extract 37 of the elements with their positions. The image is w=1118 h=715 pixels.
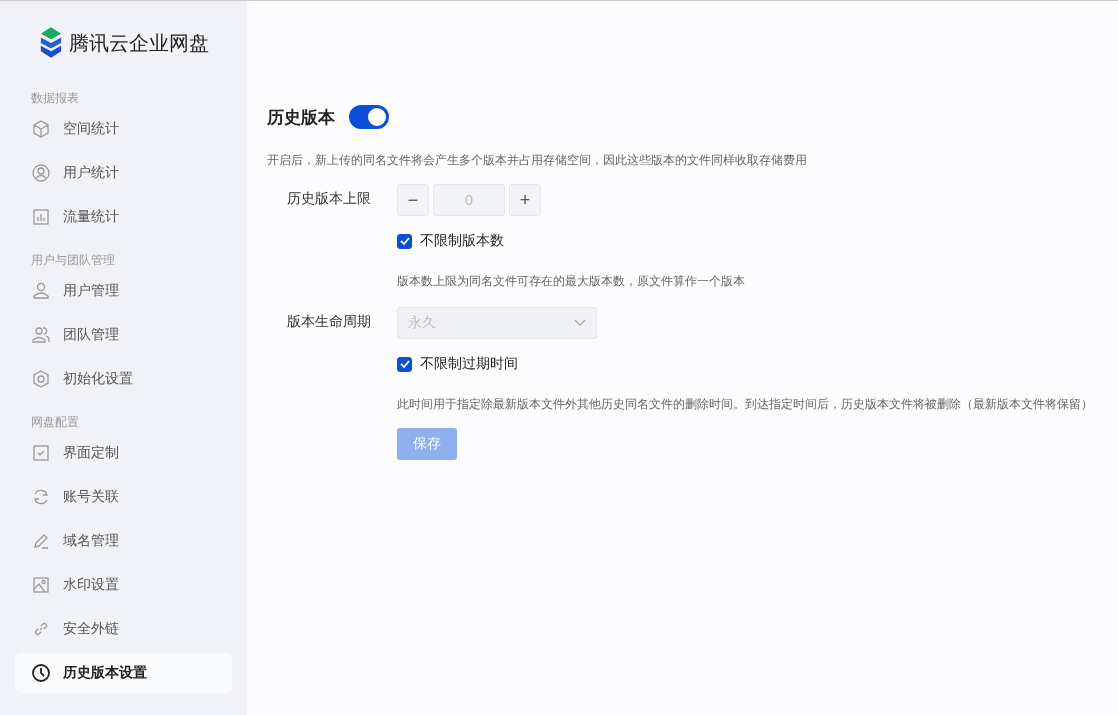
sidebar-item[interactable]: 初始化设置	[15, 359, 232, 399]
section-title: 历史版本	[267, 105, 335, 129]
sidebar-item[interactable]: 用户管理	[15, 271, 232, 311]
sidebar-item[interactable]: 水印设置	[15, 565, 232, 605]
user-icon	[31, 281, 51, 301]
field-label: 版本生命周期	[286, 312, 372, 331]
sync-icon	[31, 487, 51, 507]
sidebar-item[interactable]: 界面定制	[15, 433, 232, 473]
description-text: 开启后，新上传的同名文件将会产生多个版本并占用存储空间，因此这些版本的文件同样收取存储费用	[267, 153, 808, 168]
sidebar-item[interactable]: 账号关联	[15, 477, 232, 517]
checkbox-label: 不限制过期时间	[420, 355, 518, 373]
hint-text: 版本数上限为同名文件可存在的最大版本数，原文件算作一个版本	[397, 274, 745, 289]
sidebar-item[interactable]: 团队管理	[15, 315, 232, 355]
hexagon-icon	[31, 369, 51, 389]
section-label: 用户与团队管理	[30, 252, 116, 269]
bar-chart-icon	[31, 207, 51, 227]
hint-text: 此时间用于指定除最新版本文件外其他历史同名文件的删除时间。到达指定时间后，历史版本文件将被删除（最新版本文件将保留）	[397, 397, 1093, 412]
logo-text: 腾讯云企业网盘	[69, 29, 209, 57]
checkbox-label: 不限制版本数	[420, 232, 504, 250]
sidebar-item[interactable]: 用户统计	[15, 153, 232, 193]
sidebar-item[interactable]: 安全外链	[15, 609, 232, 649]
sidebar-item[interactable]: 流量统计	[15, 197, 232, 237]
section-label: 数据报表	[30, 90, 80, 107]
sidebar-item[interactable]: 历史版本设置	[15, 653, 232, 693]
chevron-down-icon	[574, 319, 586, 327]
sidebar-item[interactable]: 空间统计	[15, 109, 232, 149]
user-circle-icon	[31, 163, 51, 183]
logo-icon	[39, 27, 63, 59]
sidebar-item[interactable]: 域名管理	[15, 521, 232, 561]
users-icon	[31, 325, 51, 345]
toggle-switch[interactable]	[349, 105, 389, 129]
section-label: 网盘配置	[30, 414, 80, 431]
clock-icon	[31, 663, 51, 683]
image-icon	[31, 575, 51, 595]
cube-icon	[31, 119, 51, 139]
checkbox-icon	[31, 443, 51, 463]
field-label: 历史版本上限	[286, 189, 372, 208]
